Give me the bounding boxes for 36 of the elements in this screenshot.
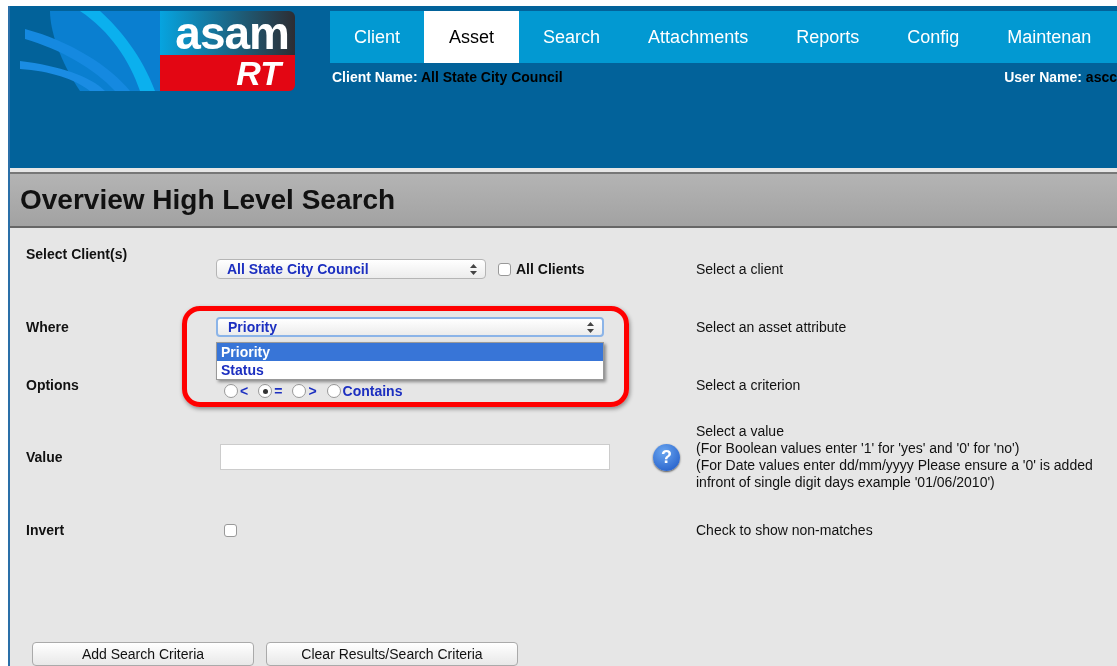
nav-tab[interactable]: Config [883, 11, 984, 63]
help-text: Select a client [696, 261, 785, 277]
field-label: Select Client(s) [26, 245, 129, 262]
field-label: Where [26, 319, 70, 335]
help-text: (For Date values enter dd/mm/yyyy Please ensure a '0' is added infront of single digit days example '01/06/2010') [696, 457, 1094, 491]
checkbox-label: All Clients [516, 261, 585, 277]
help-icon[interactable]: ? [653, 443, 680, 471]
radio-label: > [308, 383, 317, 399]
user-name-text: User Name: ascc [1004, 69, 1117, 85]
nav-tab[interactable]: Maintenan [983, 11, 1116, 63]
logo-badge: RT [160, 55, 295, 91]
dropdown-option[interactable]: Status [217, 361, 603, 379]
field-label: Invert [26, 522, 66, 538]
nav-tab[interactable]: Asset [424, 11, 520, 63]
attribute-select[interactable]: Priority [216, 317, 604, 337]
logo-text: asam [160, 11, 295, 55]
nav-tab[interactable]: Reports [772, 11, 884, 63]
help-text: Select a value [696, 423, 785, 440]
radio-label: < [240, 383, 249, 399]
help-text: Select an asset attribute [696, 319, 848, 335]
dropdown-option[interactable]: Priority [217, 343, 603, 361]
radio-label: = [274, 383, 283, 399]
help-text: Select a criterion [696, 377, 802, 393]
help-text: Check to show non-matches [696, 522, 874, 538]
nav-tab[interactable]: Client [330, 11, 425, 63]
form-button[interactable]: Clear Results/Search Criteria [266, 642, 518, 666]
radio-label: Contains [342, 383, 403, 399]
nav-tab[interactable]: Attachments [624, 11, 773, 63]
nav-tab[interactable]: Search [519, 11, 625, 63]
page-title: Overview High Level Search [20, 184, 396, 216]
form-button[interactable]: Add Search Criteria [32, 642, 254, 666]
client-name-text: Client Name: All State City Council [332, 69, 563, 85]
help-text: (For Boolean values enter '1' for 'yes' and '0' for 'no') [696, 440, 1021, 457]
client-select[interactable]: All State City Council [216, 259, 486, 279]
field-label: Options [26, 377, 80, 393]
field-label: Value [26, 449, 64, 465]
